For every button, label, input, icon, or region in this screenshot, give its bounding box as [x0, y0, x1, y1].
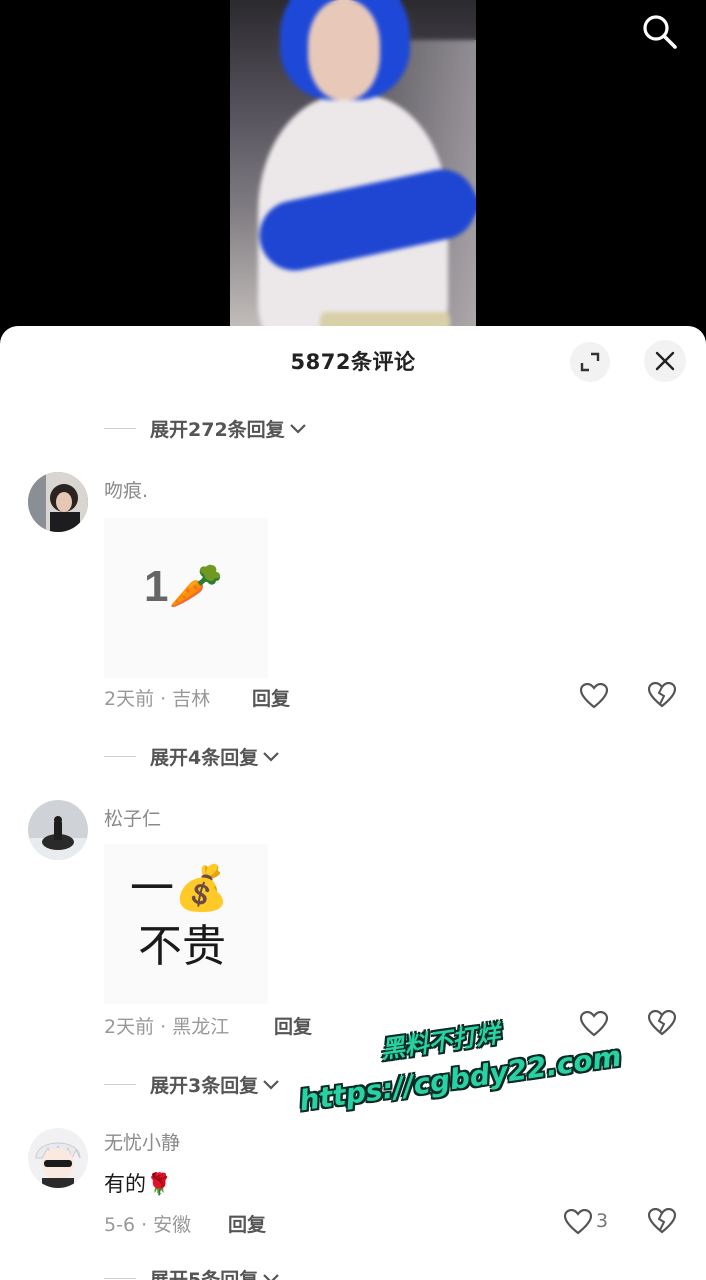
video-blur-overlay	[230, 0, 476, 340]
sticker-text: 1🥕	[144, 562, 224, 611]
comment-username[interactable]: 无忧小静	[104, 1128, 180, 1155]
comment-sticker-image[interactable]: 1🥕	[104, 518, 268, 678]
heart-icon[interactable]	[564, 1208, 594, 1236]
watermark-title: 黑料不打烊	[378, 1019, 502, 1065]
avatar[interactable]	[28, 800, 88, 860]
sticker-text-line1: 一💰	[130, 864, 229, 913]
comment-time-location: 2天前 · 黑龙江	[104, 1015, 230, 1038]
expand-replies-label: 展开5条回复	[150, 1268, 259, 1280]
comment-sticker-image[interactable]: 一💰 不贵	[104, 844, 268, 1004]
expand-replies-button[interactable]: 展开4条回复	[104, 742, 280, 770]
comments-panel: 5872条评论 展开272条回复 吻痕. 1🥕 2天前 · 吉林 回复 展开4条…	[0, 326, 706, 1280]
divider-line	[104, 755, 136, 757]
expand-replies-label: 展开4条回复	[150, 746, 259, 769]
heart-icon[interactable]	[580, 1010, 610, 1038]
comment-time-location: 2天前 · 吉林	[104, 687, 211, 710]
video-frame[interactable]	[230, 0, 476, 340]
reply-button[interactable]: 回复	[252, 684, 290, 711]
sticker-text-line2: 不贵	[138, 922, 226, 971]
comment-time-location: 5-6 · 安徽	[104, 1213, 192, 1236]
chevron-down-icon	[262, 1073, 280, 1095]
expand-replies-label: 展开272条回复	[150, 418, 285, 441]
chevron-down-icon	[289, 417, 307, 439]
divider-line	[104, 1277, 136, 1279]
reply-button[interactable]: 回复	[228, 1210, 266, 1237]
expand-replies-button[interactable]: 展开5条回复	[104, 1264, 280, 1280]
comment-username[interactable]: 吻痕.	[104, 476, 148, 503]
video-player[interactable]	[0, 0, 706, 340]
close-icon[interactable]	[644, 340, 686, 382]
divider-line	[104, 427, 136, 429]
divider-line	[104, 1083, 136, 1085]
broken-heart-icon[interactable]	[647, 1009, 678, 1038]
comment-text: 有的🌹	[104, 1172, 173, 1196]
chevron-down-icon	[262, 745, 280, 767]
expand-replies-label: 展开3条回复	[150, 1074, 259, 1097]
avatar[interactable]	[28, 1128, 88, 1188]
expand-icon[interactable]	[570, 342, 610, 382]
chevron-down-icon	[262, 1267, 280, 1280]
comment-username[interactable]: 松子仁	[104, 804, 161, 831]
like-count: 3	[596, 1210, 609, 1232]
reply-button[interactable]: 回复	[274, 1012, 312, 1039]
broken-heart-icon[interactable]	[647, 681, 678, 710]
search-icon[interactable]	[640, 12, 680, 52]
expand-replies-button[interactable]: 展开272条回复	[104, 414, 307, 442]
heart-icon[interactable]	[580, 682, 610, 710]
expand-replies-button[interactable]: 展开3条回复	[104, 1070, 280, 1098]
avatar[interactable]	[28, 472, 88, 532]
broken-heart-icon[interactable]	[647, 1207, 678, 1236]
